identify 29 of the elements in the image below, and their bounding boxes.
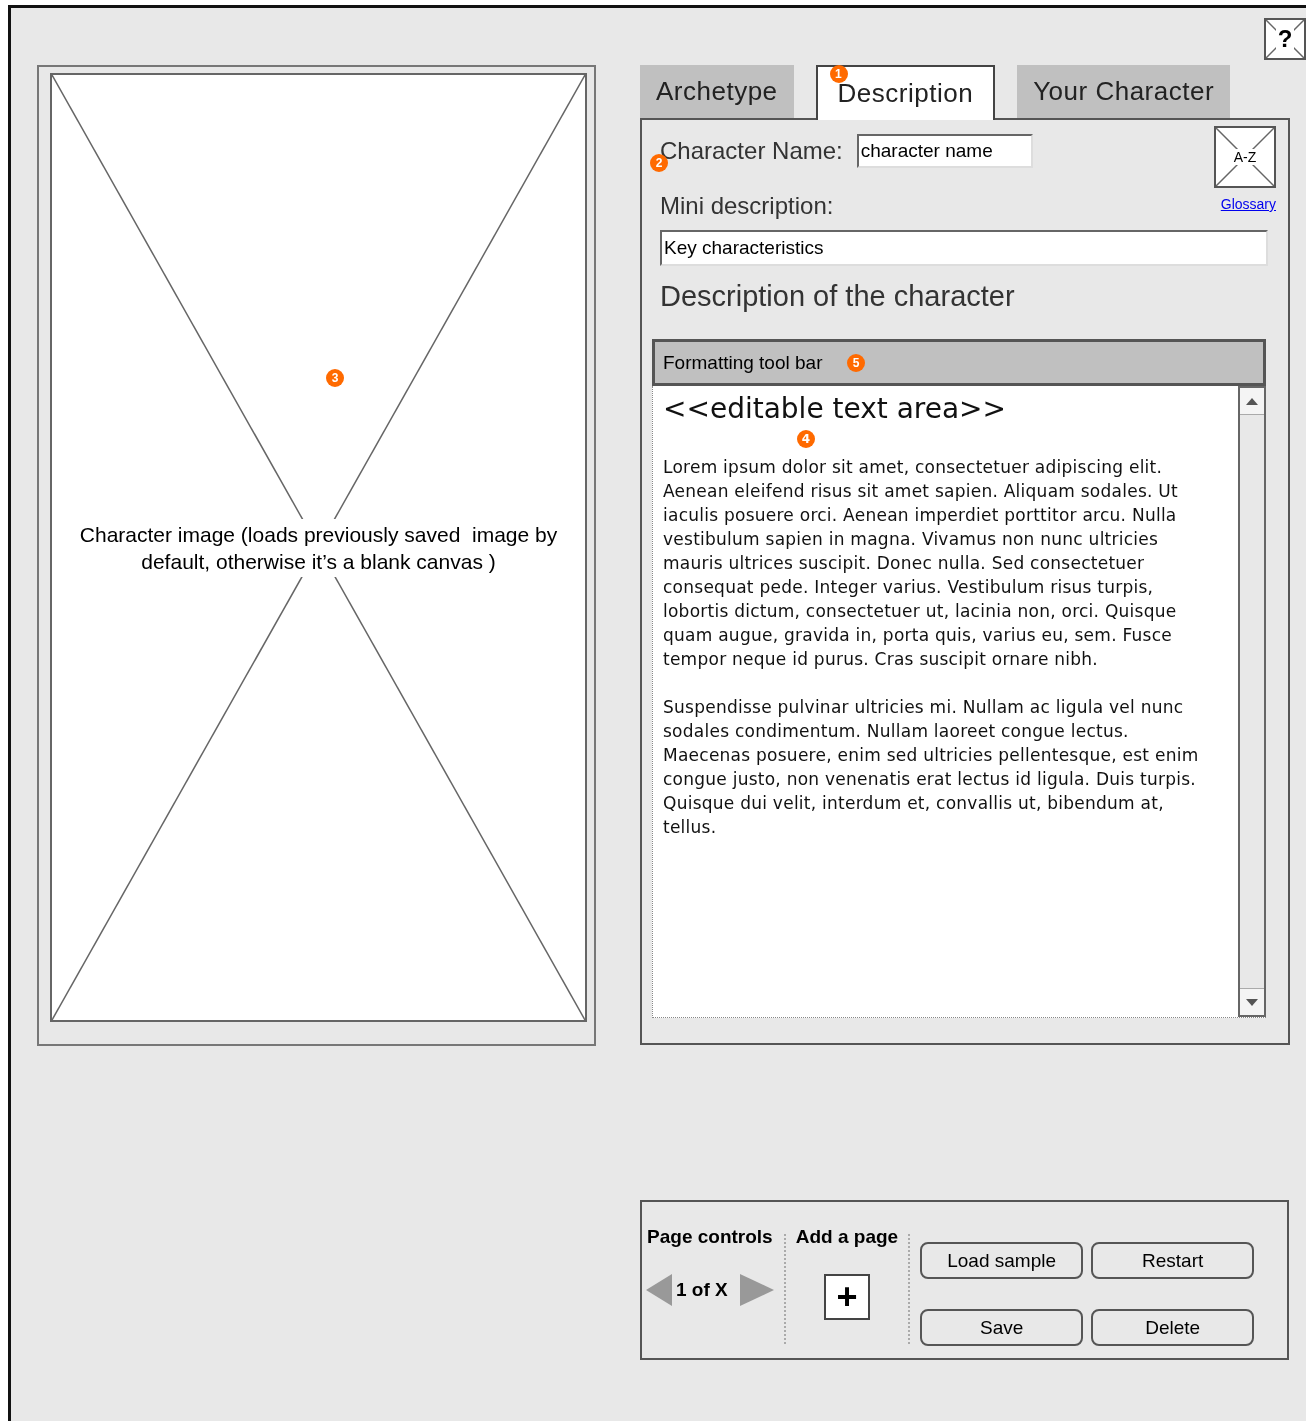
callout-marker: 3: [326, 369, 344, 387]
body-paragraph: Suspendisse pulvinar ultricies mi. Nullam ac ligula vel nunc sodales condimentum. Nullam laoreet congue lectus. Maecenas posuere, enim sed ultricies pellentesque, est enim congue justo, non venenatis erat lectus id ligula. Duis turpis. Quisque dui velit, interdum et, convallis ut, bibendum at, tellus.: [663, 696, 1200, 839]
body-paragraph: Lorem ipsum dolor sit amet, consectetuer adipiscing elit. Aenean eleifend risus sit amet sapien. Aliquam sodales. Ut iaculis posuere orci. Aenean imperdiet porttitor arcu. Nulla vestibulum sapien in magna. Vivamus non nunc ultricies mauris ultrices suscipit. Donec nulla. Sed consectetuer consequat pede. Integer varius. Vestibulum risus turpis, lobortis dictum, consectetuer ut, lacinia non, orci. Quisque quam augue, gravida in, porta quis, varius eu, sem. Fusce tempor neque id purus. Cras suscipit ornare nibh.: [663, 456, 1179, 671]
field-label: Mini description:: [660, 192, 834, 220]
action-button[interactable]: Load sample: [920, 1242, 1084, 1279]
tab[interactable]: Your Character: [1017, 65, 1231, 118]
action-button[interactable]: Restart: [1091, 1242, 1255, 1279]
scroll-down-icon[interactable]: [1246, 998, 1258, 1006]
input-field[interactable]: Key characteristics: [660, 230, 1268, 266]
action-button[interactable]: Delete: [1091, 1309, 1255, 1346]
section-heading: Description of the character: [660, 280, 1016, 313]
callout-marker: 1: [829, 65, 848, 83]
scroll-up-icon[interactable]: [1246, 397, 1258, 405]
tab[interactable]: Archetype: [640, 65, 794, 118]
help-button[interactable]: ?: [1264, 18, 1306, 60]
section-title: Page controls: [647, 1226, 773, 1248]
formatting-toolbar[interactable]: Formatting tool bar 5: [652, 339, 1266, 386]
glossary-button[interactable]: A-Z: [1214, 126, 1276, 188]
text-area-heading: <<editable text area>>: [663, 392, 1008, 425]
section-title: Add a page: [795, 1226, 899, 1248]
tab[interactable]: Description 1: [815, 65, 996, 120]
action-button[interactable]: Save: [920, 1309, 1084, 1346]
page-indicator: 1 of X: [676, 1279, 728, 1301]
add-page-button[interactable]: +: [823, 1274, 870, 1320]
glossary-link[interactable]: Glossary: [1220, 196, 1276, 212]
scrollbar[interactable]: [1238, 386, 1266, 1017]
input-field[interactable]: character name: [856, 134, 1033, 168]
callout-marker: 4: [797, 430, 815, 448]
callout-marker: 5: [847, 354, 865, 372]
